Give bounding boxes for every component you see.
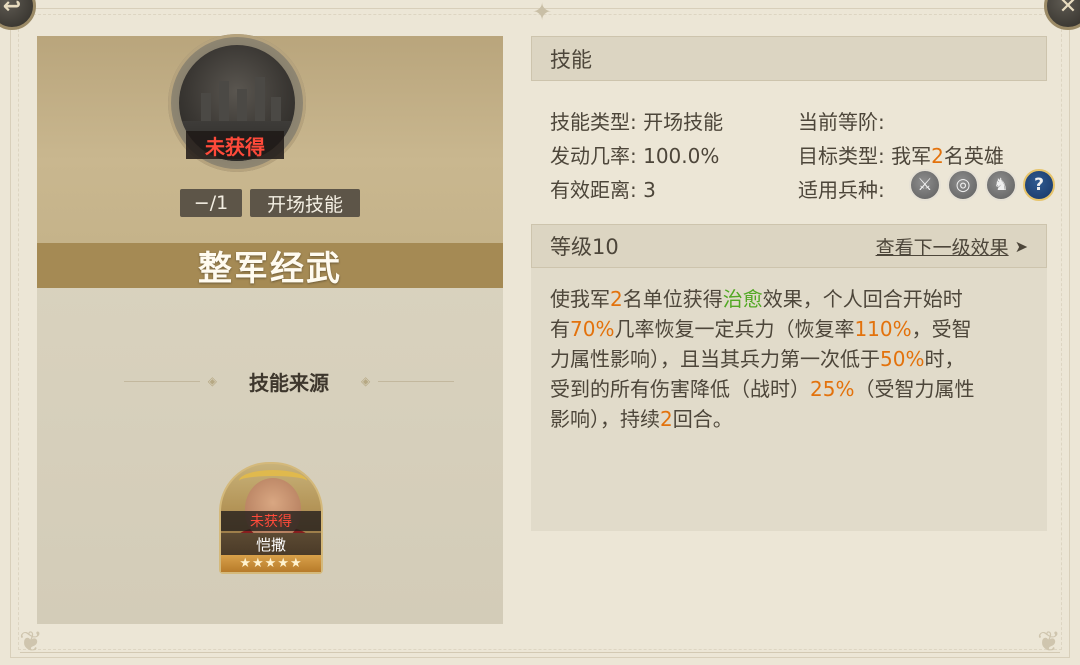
skill-type-row: 技能类型: 开场技能: [550, 106, 723, 135]
diamond-icon: ◈: [361, 374, 371, 388]
description-line: 力属性影响），且当其兵力第一次低于50%时，: [550, 347, 965, 371]
question-icon[interactable]: ?: [1023, 169, 1055, 201]
description-line: 影响），持续2回合。: [550, 407, 733, 431]
range-label: 有效距离:: [550, 178, 637, 202]
description-line: 有70%几率恢复一定兵力（恢复率110%，受智: [550, 317, 972, 341]
troop-type-row: 适用兵种:: [798, 174, 885, 203]
skill-type-value: 开场技能: [643, 110, 724, 134]
bottom-divider: [20, 652, 1060, 653]
troop-type-icons: ⚔ ◎ ♞ ?: [909, 169, 1055, 201]
hero-name-bar: 恺撒: [221, 533, 321, 555]
skill-name: 整军经武: [198, 249, 342, 289]
skill-info-header: 技能: [531, 36, 1047, 81]
target-count: 2: [931, 144, 944, 168]
skill-level-value: −/1: [193, 192, 229, 214]
description-line: 使我军2名单位获得治愈效果，个人回合开始时: [550, 287, 963, 311]
diamond-icon: ◈: [207, 374, 217, 388]
skill-type-chip-label: 开场技能: [266, 193, 343, 216]
hero-card[interactable]: 未获得 恺撒 ★★★★★: [219, 462, 323, 574]
hero-status-label: 未获得: [250, 514, 292, 530]
trigger-rate-value: 100.0%: [643, 144, 720, 168]
divider-line: [124, 380, 200, 382]
close-icon: ✕: [1058, 0, 1078, 19]
skill-description-box: 使我军2名单位获得治愈效果，个人回合开始时 有70%几率恢复一定兵力（恢复率11…: [531, 268, 1047, 531]
close-button[interactable]: ✕: [1044, 0, 1080, 30]
troop-type-label: 适用兵种:: [798, 178, 885, 202]
target-type-prefix: 我军: [891, 144, 932, 168]
level-header: 等级10 查看下一级效果 ➤: [531, 224, 1047, 268]
sword-icon[interactable]: ⚔: [909, 169, 941, 201]
skill-status-label: 未获得: [205, 134, 265, 159]
skill-level-chip: −/1: [180, 189, 242, 217]
hero-status-strip: 未获得: [221, 511, 321, 531]
description-line: 受到的所有伤害降低（战时）25%（受智力属性: [550, 377, 975, 401]
skill-status-strip: 未获得: [186, 131, 284, 159]
next-level-link-text[interactable]: 查看下一级效果: [876, 233, 1009, 260]
star-icons: ★★★★★: [239, 556, 303, 571]
target-type-label: 目标类型:: [798, 144, 885, 168]
source-title-row: ◈ 技能来源 ◈: [124, 366, 454, 396]
rank-label: 当前等阶:: [798, 110, 885, 134]
target-type-suffix: 名英雄: [943, 144, 1004, 168]
hero-name: 恺撒: [255, 535, 286, 554]
skill-name-bar: 整军经武: [37, 243, 503, 289]
horse-icon[interactable]: ♞: [985, 169, 1017, 201]
trigger-rate-label: 发动几率:: [550, 144, 637, 168]
trigger-rate-row: 发动几率: 100.0%: [550, 140, 719, 169]
target-type-row: 目标类型: 我军2名英雄: [798, 140, 1004, 169]
back-icon: ↩: [2, 0, 22, 19]
hero-star-rating: ★★★★★: [221, 555, 321, 572]
target-icon[interactable]: ◎: [947, 169, 979, 201]
rank-row: 当前等阶:: [798, 106, 885, 135]
source-title: 技能来源: [249, 370, 329, 395]
skill-level-label: 等级10: [550, 235, 619, 259]
back-button[interactable]: ↩: [0, 0, 36, 30]
corner-ornament-icon: ❦: [1037, 625, 1061, 658]
range-row: 有效距离: 3: [550, 174, 656, 203]
arrow-right-icon: ➤: [1014, 236, 1028, 256]
skill-description: 使我军2名单位获得治愈效果，个人回合开始时 有70%几率恢复一定兵力（恢复率11…: [550, 284, 1036, 434]
skill-type-label: 技能类型:: [550, 110, 637, 134]
corner-ornament-icon: ❦: [19, 625, 43, 658]
next-level-link[interactable]: 查看下一级效果 ➤: [876, 233, 1028, 260]
range-value: 3: [643, 178, 656, 202]
skill-info-title: 技能: [550, 47, 592, 72]
skill-type-chip: 开场技能: [250, 189, 360, 217]
compass-ornament-icon: ✦: [531, 0, 553, 26]
laurel-wreath-icon: [239, 470, 307, 492]
divider-line: [378, 380, 454, 382]
